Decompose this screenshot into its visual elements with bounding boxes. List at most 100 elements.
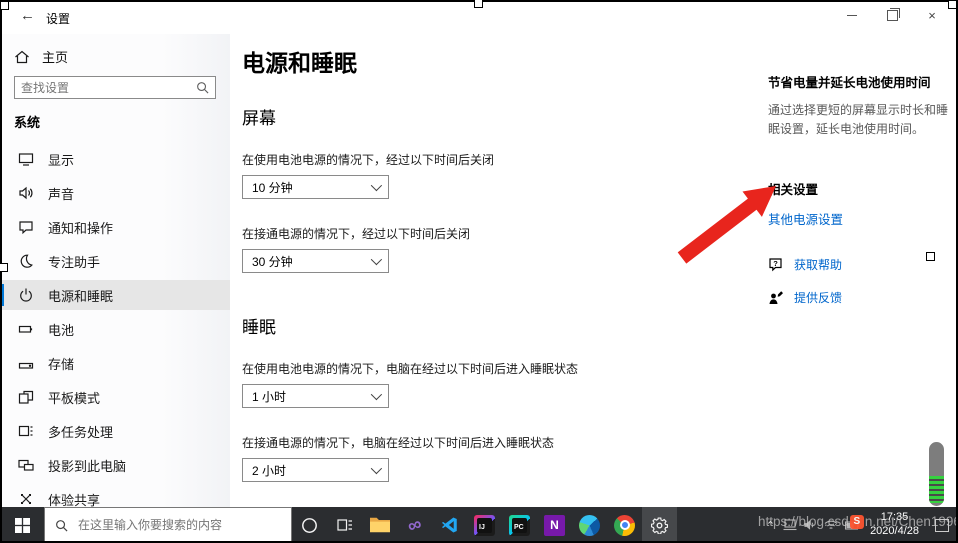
sleep-battery-select[interactable]: 1 小时 — [242, 384, 389, 408]
taskbar-search-input[interactable] — [76, 517, 281, 533]
gear-icon — [651, 517, 668, 534]
tablet-icon — [18, 389, 34, 405]
clock-date: 2020/4/28 — [870, 525, 919, 539]
sidebar-item-sound[interactable]: 声音 — [0, 178, 230, 208]
taskbar-file-explorer[interactable] — [362, 507, 397, 543]
home-icon — [14, 49, 30, 65]
sidebar-item-projecting[interactable]: 投影到此电脑 — [0, 450, 230, 480]
taskbar-intellij[interactable]: IJ — [467, 507, 502, 543]
search-icon — [55, 519, 68, 532]
screen-plugged-select[interactable]: 30 分钟 — [242, 249, 389, 273]
feedback-link[interactable]: 提供反馈 — [768, 289, 948, 306]
chevron-down-icon — [371, 254, 382, 265]
sleep-battery-value: 1 小时 — [252, 388, 286, 405]
right-panel: 节省电量并延长电池使用时间 通过选择更短的屏幕显示时长和睡眠设置，延长电池使用时… — [768, 34, 948, 306]
screen-plugged-label: 在接通电源的情况下，经过以下时间后关闭 — [242, 225, 738, 242]
settings-search-input[interactable] — [15, 81, 196, 95]
tray-icons — [783, 519, 860, 531]
clock-time: 17:35 — [870, 511, 919, 525]
taskbar-onenote[interactable]: N — [537, 507, 572, 543]
feedback-icon — [768, 290, 784, 306]
action-center-button[interactable] — [929, 519, 955, 532]
selection-handle[interactable] — [926, 252, 935, 261]
sidebar-item-battery[interactable]: 电池 — [0, 314, 230, 344]
sleep-plugged-label: 在接通电源的情况下，电脑在经过以下时间后进入睡眠状态 — [242, 434, 738, 451]
settings-search-box[interactable] — [14, 76, 216, 99]
file-explorer-icon — [370, 517, 390, 533]
multitasking-icon — [18, 423, 34, 439]
taskbar-cortana-button[interactable] — [292, 507, 327, 543]
battery-icon — [18, 321, 34, 337]
task-view-icon — [337, 517, 353, 533]
sidebar-item-power-sleep[interactable]: 电源和睡眠 — [0, 280, 230, 310]
sidebar: 主页 系统 显示 声音 通知和操作 — [0, 34, 230, 507]
feedback-label: 提供反馈 — [794, 289, 842, 306]
start-button[interactable] — [0, 507, 44, 543]
taskbar-clock[interactable]: 17:35 2020/4/28 — [860, 511, 929, 539]
sidebar-item-storage[interactable]: 存储 — [0, 348, 230, 378]
taskbar-vscode[interactable] — [432, 507, 467, 543]
sidebar-item-label: 电源和睡眠 — [48, 286, 113, 305]
taskbar-chrome[interactable] — [607, 507, 642, 543]
sidebar-item-label: 多任务处理 — [48, 422, 113, 441]
selection-handle[interactable] — [948, 0, 957, 9]
notifications-icon — [18, 219, 34, 235]
action-center-icon — [935, 519, 949, 532]
sidebar-item-display[interactable]: 显示 — [0, 144, 230, 174]
sidebar-item-label: 专注助手 — [48, 252, 100, 271]
main-content: 电源和睡眠 屏幕 在使用电池电源的情况下，经过以下时间后关闭 10 分钟 在接通… — [238, 34, 738, 482]
minimize-button[interactable] — [832, 0, 872, 30]
taskbar-pycharm[interactable]: PC — [502, 507, 537, 543]
selection-handle[interactable] — [0, 1, 9, 10]
tray-network-icon — [824, 519, 838, 531]
moon-icon — [18, 253, 34, 269]
sound-icon — [18, 185, 34, 201]
sidebar-item-tablet-mode[interactable]: 平板模式 — [0, 382, 230, 412]
sidebar-item-focus-assist[interactable]: 专注助手 — [0, 246, 230, 276]
search-icon — [196, 81, 209, 94]
tray-device-icon — [783, 519, 797, 531]
sidebar-section-title: 系统 — [14, 112, 40, 131]
windows-logo-icon — [15, 518, 30, 533]
shared-experiences-icon — [18, 491, 34, 507]
screen-plugged-value: 30 分钟 — [252, 253, 293, 270]
selection-handle[interactable] — [0, 263, 8, 272]
sleep-plugged-select[interactable]: 2 小时 — [242, 458, 389, 482]
sidebar-item-notifications[interactable]: 通知和操作 — [0, 212, 230, 242]
projecting-icon — [18, 457, 34, 473]
sidebar-item-multitasking[interactable]: 多任务处理 — [0, 416, 230, 446]
screen-battery-select[interactable]: 10 分钟 — [242, 175, 389, 199]
sidebar-item-label: 存储 — [48, 354, 74, 373]
vscode-icon — [441, 516, 459, 534]
storage-icon — [18, 355, 34, 371]
screenshot-root: ← 设置 × 主页 系统 — [0, 0, 958, 543]
taskbar-task-view-button[interactable] — [327, 507, 362, 543]
taskbar-visual-studio[interactable]: ∞ — [397, 507, 432, 543]
sleep-section-heading: 睡眠 — [242, 313, 738, 338]
restore-button[interactable] — [872, 0, 912, 30]
taskbar-search-box[interactable] — [44, 507, 292, 543]
page-title: 电源和睡眠 — [242, 44, 738, 78]
pycharm-icon: PC — [509, 515, 530, 536]
settings-window: ← 设置 × 主页 系统 — [0, 0, 958, 507]
selection-handle[interactable] — [474, 0, 483, 8]
back-arrow-icon[interactable]: ← — [20, 7, 35, 24]
visual-studio-icon: ∞ — [405, 514, 424, 536]
power-icon — [18, 287, 34, 303]
sidebar-item-label: 平板模式 — [48, 388, 100, 407]
sleep-battery-label: 在使用电池电源的情况下，电脑在经过以下时间后进入睡眠状态 — [242, 360, 738, 377]
taskbar-settings[interactable] — [642, 507, 677, 543]
get-help-link[interactable]: ? 获取帮助 — [768, 256, 948, 273]
chevron-down-icon — [371, 389, 382, 400]
sidebar-nav: 显示 声音 通知和操作 专注助手 电源和睡眠 — [0, 144, 230, 518]
sidebar-home[interactable]: 主页 — [14, 47, 68, 66]
intellij-icon: IJ — [474, 515, 495, 536]
window-title: 设置 — [46, 10, 70, 27]
tray-chevron-up-icon[interactable]: ⌃ — [758, 519, 783, 532]
battery-indicator-widget — [929, 442, 944, 506]
taskbar-edge[interactable] — [572, 507, 607, 543]
close-button[interactable]: × — [912, 0, 952, 30]
additional-power-settings-link[interactable]: 其他电源设置 — [768, 209, 843, 228]
get-help-label: 获取帮助 — [794, 256, 842, 273]
sidebar-item-label: 投影到此电脑 — [48, 456, 126, 475]
